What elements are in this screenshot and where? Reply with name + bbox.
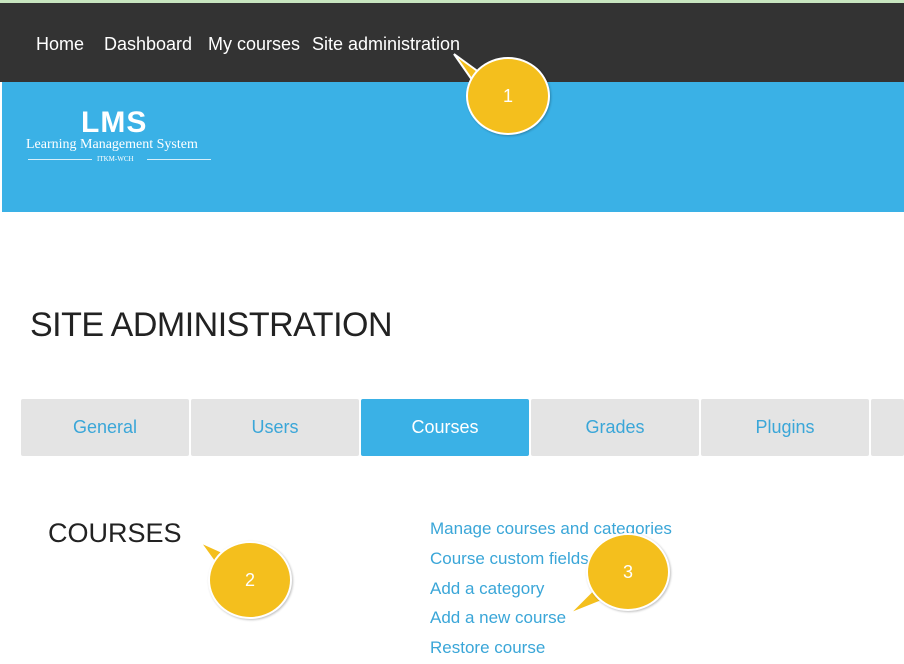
tab-overflow[interactable]	[871, 399, 904, 456]
link-add-a-category[interactable]: Add a category	[430, 578, 544, 600]
link-course-custom-fields[interactable]: Course custom fields	[430, 548, 589, 570]
callout-2: 2	[208, 541, 292, 619]
logo-title: LMS	[81, 106, 148, 139]
tab-users[interactable]: Users	[191, 399, 359, 456]
callout-1: 1	[466, 57, 550, 135]
nav-item-my-courses[interactable]: My courses	[208, 34, 300, 55]
site-logo[interactable]: LMS Learning Management System ITKM-WCH	[26, 108, 216, 168]
logo-divider-left	[28, 159, 92, 160]
logo-divider-right	[147, 159, 211, 160]
tab-general[interactable]: General	[21, 399, 189, 456]
tab-courses[interactable]: Courses	[361, 399, 529, 456]
nav-item-home[interactable]: Home	[36, 34, 84, 55]
logo-subtitle: Learning Management System	[26, 137, 198, 152]
logo-tagline: ITKM-WCH	[97, 155, 134, 163]
callout-3: 3	[586, 533, 670, 611]
tab-plugins[interactable]: Plugins	[701, 399, 869, 456]
page-title: SITE ADMINISTRATION	[30, 306, 393, 344]
section-heading-courses: COURSES	[48, 518, 182, 548]
nav-item-dashboard[interactable]: Dashboard	[104, 34, 192, 55]
nav-item-site-administration[interactable]: Site administration	[312, 34, 460, 55]
tab-grades[interactable]: Grades	[531, 399, 699, 456]
link-restore-course[interactable]: Restore course	[430, 637, 545, 659]
link-add-a-new-course[interactable]: Add a new course	[430, 607, 566, 629]
